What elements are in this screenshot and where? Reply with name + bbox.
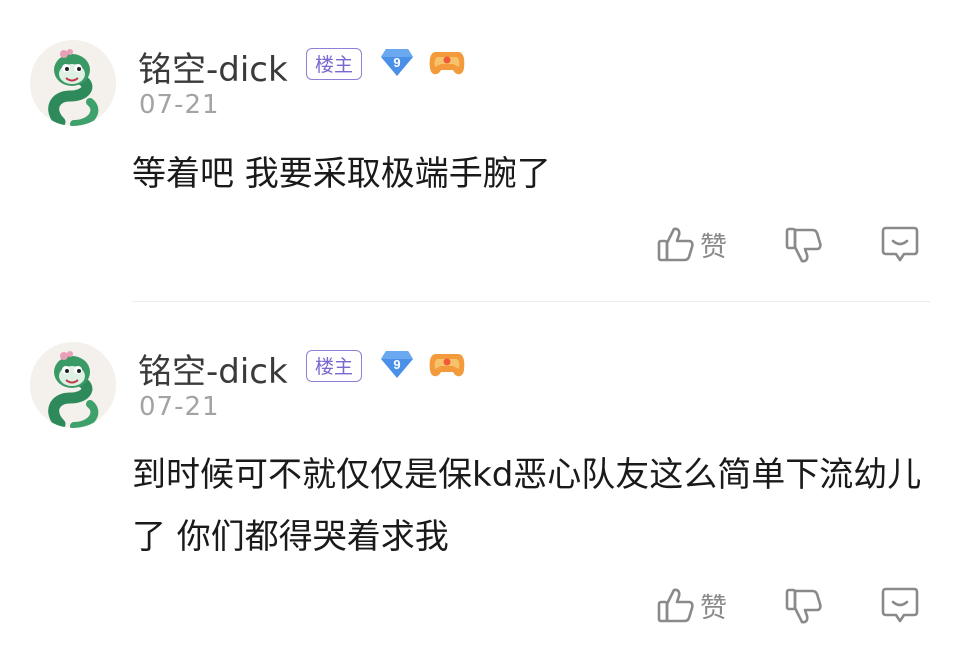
reply-chat-icon xyxy=(881,587,919,623)
comment-date: 07-21 xyxy=(139,392,220,422)
game-badge xyxy=(428,350,466,380)
thumbs-up-icon xyxy=(657,588,694,623)
like-button[interactable]: 赞 xyxy=(656,585,727,625)
comment-date: 07-21 xyxy=(139,90,220,120)
level-number: 9 xyxy=(393,357,400,372)
game-controller-icon xyxy=(429,354,465,377)
host-badge: 楼主 xyxy=(306,350,363,382)
thumbs-up-icon xyxy=(657,227,694,262)
blue-diamond-level-icon: 9 xyxy=(381,351,413,378)
game-controller-icon xyxy=(429,52,465,75)
level-number: 9 xyxy=(393,55,400,70)
like-label: 赞 xyxy=(700,592,727,624)
blue-diamond-level-icon: 9 xyxy=(381,49,413,76)
comment-text[interactable]: 等着吧 我要采取极端手腕了 xyxy=(132,143,922,205)
dislike-button[interactable] xyxy=(784,226,824,266)
like-button[interactable]: 赞 xyxy=(656,224,727,264)
reply-chat-icon xyxy=(881,226,919,262)
comment-2: 铭空-dick 楼主 9 07-21 到时候可不就仅仅是保kd恶心队友这么简单下… xyxy=(0,302,960,648)
game-badge xyxy=(428,48,466,78)
username[interactable]: 铭空-dick xyxy=(138,42,288,91)
thumbs-down-icon xyxy=(785,588,822,624)
dislike-button[interactable] xyxy=(784,587,824,627)
avatar[interactable] xyxy=(30,342,116,428)
host-badge: 楼主 xyxy=(306,48,363,80)
avatar[interactable] xyxy=(30,40,116,126)
reply-button[interactable] xyxy=(880,585,920,625)
reply-button[interactable] xyxy=(880,224,920,264)
username[interactable]: 铭空-dick xyxy=(138,344,288,393)
thumbs-down-icon xyxy=(785,227,822,263)
like-label: 赞 xyxy=(700,231,727,263)
level-badge: 9 xyxy=(380,47,414,77)
snake-avatar-icon xyxy=(30,40,116,126)
comment-1: 铭空-dick 楼主 9 07-21 等着吧 我要采取极端手腕了 赞 xyxy=(0,0,960,300)
level-badge: 9 xyxy=(380,349,414,379)
snake-avatar-icon xyxy=(30,342,116,428)
comment-text[interactable]: 到时候可不就仅仅是保kd恶心队友这么简单下流幼儿了 你们都得哭着求我 xyxy=(132,444,922,568)
